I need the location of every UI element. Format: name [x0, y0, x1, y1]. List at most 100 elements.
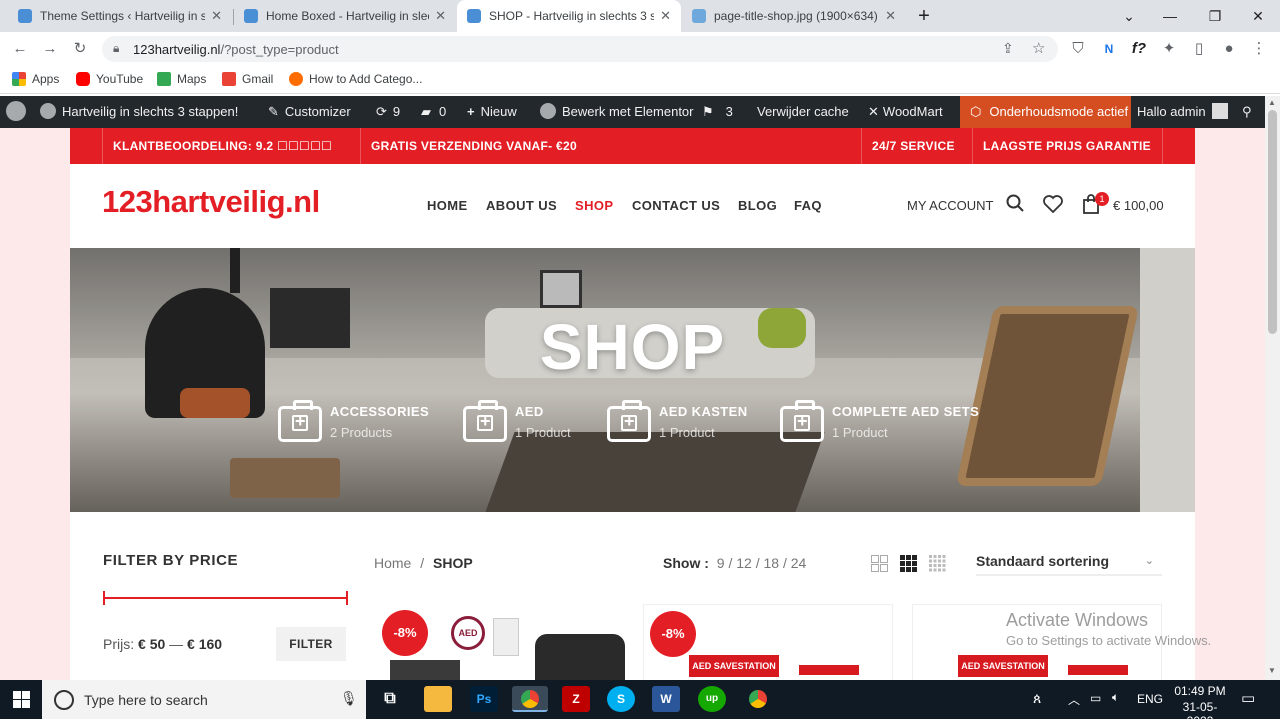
taskbar-search-box[interactable]: Type here to search 🎙︎ — [42, 680, 366, 719]
scroll-down-arrow-icon[interactable]: ▼ — [1268, 666, 1276, 675]
bookmark-gmail[interactable]: Gmail — [222, 72, 273, 86]
sort-select[interactable]: Standaard sortering ⌄ — [976, 546, 1162, 576]
page-scrollbar[interactable]: ▲ ▼ — [1265, 96, 1280, 680]
photoshop-icon[interactable]: Ps — [470, 686, 498, 712]
people-icon[interactable]: ጰ — [1033, 690, 1041, 707]
bookmark-apps[interactable]: Apps — [12, 72, 59, 86]
category-name: AED KASTEN — [659, 404, 748, 419]
filezilla-icon[interactable]: Z — [562, 686, 590, 712]
nav-blog[interactable]: BLOG — [738, 198, 777, 213]
show-option-24[interactable]: 24 — [791, 555, 807, 571]
bookmark-maps[interactable]: Maps — [157, 72, 206, 86]
site-logo[interactable]: 123hartveilig.nl — [102, 184, 320, 220]
scrollbar-thumb[interactable] — [1268, 110, 1277, 334]
n-extension-icon[interactable]: N — [1098, 38, 1120, 60]
minimize-button[interactable]: — — [1158, 4, 1182, 28]
network-icon[interactable]: ▭ — [1090, 691, 1101, 705]
breadcrumb-home[interactable]: Home — [374, 555, 411, 571]
reload-icon[interactable]: ↻ — [69, 38, 91, 60]
bookmark-how-to[interactable]: How to Add Catego... — [289, 72, 422, 86]
profile-avatar-icon[interactable]: ● — [1218, 38, 1240, 60]
lock-icon[interactable]: 🔒︎ — [113, 41, 119, 56]
search-icon[interactable] — [1006, 194, 1024, 212]
grid-3-columns-icon[interactable] — [900, 555, 917, 572]
nav-shop[interactable]: SHOP — [575, 198, 613, 213]
address-bar[interactable]: 🔒︎ 123hartveilig.nl/?post_type=product ⇪… — [102, 36, 1058, 62]
volume-icon[interactable]: 🔈︎ — [1112, 690, 1119, 705]
grid-4-columns-icon[interactable] — [929, 555, 946, 572]
scroll-up-arrow-icon[interactable]: ▲ — [1268, 98, 1276, 107]
wishlist-heart-icon[interactable] — [1043, 195, 1063, 216]
slider-max-handle[interactable] — [346, 591, 348, 605]
skype-icon[interactable]: S — [607, 686, 635, 712]
close-tab-icon[interactable]: ✕ — [211, 8, 222, 24]
new-tab-button[interactable]: + — [912, 4, 936, 28]
nav-about-us[interactable]: ABOUT US — [486, 198, 557, 213]
filter-button[interactable]: FILTER — [276, 627, 346, 661]
puzzle-extensions-icon[interactable]: ✦ — [1158, 38, 1180, 60]
my-account-link[interactable]: MY ACCOUNT — [907, 198, 993, 213]
product-card[interactable]: -8% AED — [375, 604, 625, 680]
browser-tab[interactable]: Home Boxed - Hartveilig in slecht ✕ — [234, 0, 456, 32]
browser-tab[interactable]: Theme Settings ‹ Hartveilig in sle ✕ — [8, 0, 232, 32]
windows-start-icon[interactable] — [13, 691, 30, 711]
bookmark-star-icon[interactable]: ☆ — [1032, 39, 1045, 57]
browser-tab[interactable]: page-title-shop.jpg (1900×634) ✕ — [682, 0, 906, 32]
show-option-9[interactable]: 9 — [717, 555, 725, 571]
product-card[interactable]: -8% AED SAVESTATION — [643, 604, 893, 680]
admin-yoast[interactable]: ⚑ 3 — [702, 96, 733, 128]
price-range-slider[interactable] — [103, 591, 348, 605]
bookmark-youtube[interactable]: YouTube — [76, 72, 143, 86]
chrome-icon[interactable] — [744, 686, 772, 712]
admin-search-icon[interactable]: ⚲ — [1242, 96, 1252, 128]
category-complete-aed-sets[interactable]: COMPLETE AED SETS 1 Product — [780, 400, 979, 442]
admin-new[interactable]: + Nieuw — [467, 96, 517, 128]
admin-clear-cache[interactable]: Verwijder cache — [757, 96, 849, 128]
category-aed-kasten[interactable]: AED KASTEN 1 Product — [607, 400, 748, 442]
shield-extension-icon[interactable]: ⛉ — [1067, 38, 1089, 60]
clock[interactable]: 01:49 PM 31-05-2022 — [1172, 684, 1228, 728]
nav-contact-us[interactable]: CONTACT US — [632, 198, 720, 213]
admin-account[interactable]: Hallo admin — [1137, 96, 1228, 128]
upwork-icon[interactable]: up — [698, 686, 726, 712]
close-tab-icon[interactable]: ✕ — [660, 8, 671, 24]
fonts-extension-icon[interactable]: f? — [1128, 38, 1150, 60]
nav-faq[interactable]: FAQ — [794, 198, 822, 213]
tray-chevron-up-icon[interactable]: ︿ — [1068, 691, 1080, 708]
category-accessories[interactable]: ACCESSORIES 2 Products — [278, 400, 429, 442]
tab-search-chevron-icon[interactable]: ⌄ — [1117, 4, 1141, 28]
word-icon[interactable]: W — [652, 686, 680, 712]
maintenance-mode-notice[interactable]: ⬡ Onderhoudsmode actief — [960, 96, 1131, 128]
close-tab-icon[interactable]: ✕ — [435, 8, 446, 24]
wordpress-logo-icon[interactable] — [6, 96, 32, 128]
notifications-icon[interactable]: ▭ — [1241, 689, 1255, 707]
grid-2-columns-icon[interactable] — [871, 555, 888, 572]
slider-min-handle[interactable] — [103, 591, 105, 605]
show-option-12[interactable]: 12 — [736, 555, 752, 571]
close-tab-icon[interactable]: ✕ — [885, 8, 896, 24]
admin-comments[interactable]: ▰ 0 — [421, 96, 446, 128]
wp-admin-bar: Hartveilig in slechts 3 stappen! ✎ Custom… — [0, 96, 1280, 128]
admin-customizer[interactable]: ✎ Customizer — [268, 96, 351, 128]
language-indicator[interactable]: ENG — [1137, 692, 1163, 706]
close-window-button[interactable]: ✕ — [1246, 4, 1270, 28]
chrome-icon-active[interactable] — [512, 686, 548, 712]
nav-home[interactable]: HOME — [427, 198, 468, 213]
back-arrow-icon[interactable]: ← — [9, 38, 31, 60]
admin-woodmart[interactable]: ✕ WoodMart — [868, 96, 943, 128]
admin-updates[interactable]: ⟳ 9 — [376, 96, 400, 128]
restore-button[interactable]: ❐ — [1203, 4, 1227, 28]
menu-kebab-icon[interactable]: ⋮ — [1248, 38, 1270, 60]
side-panel-icon[interactable]: ▯ — [1188, 38, 1210, 60]
show-option-18[interactable]: 18 — [764, 555, 780, 571]
file-explorer-icon[interactable] — [424, 686, 452, 712]
admin-elementor[interactable]: Bewerk met Elementor — [540, 96, 694, 128]
browser-tab-active[interactable]: SHOP - Hartveilig in slechts 3 sta ✕ — [457, 0, 681, 32]
forward-arrow-icon[interactable]: → — [39, 38, 61, 60]
microphone-icon[interactable]: 🎙︎ — [340, 690, 358, 707]
admin-site-name[interactable]: Hartveilig in slechts 3 stappen! — [40, 96, 238, 128]
category-aed[interactable]: AED 1 Product — [463, 400, 571, 442]
cart-total[interactable]: € 100,00 — [1113, 198, 1164, 213]
share-icon[interactable]: ⇪ — [1002, 40, 1014, 57]
task-view-icon[interactable]: ⧉ — [376, 686, 404, 712]
